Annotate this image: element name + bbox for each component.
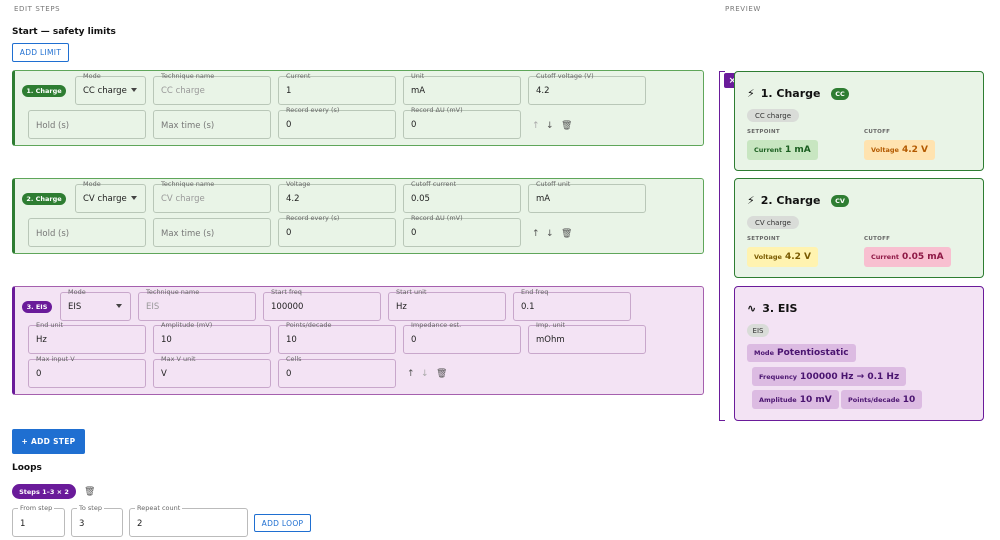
- add-step-button[interactable]: + ADD STEP: [12, 429, 85, 454]
- technique-pill: CC charge: [747, 109, 799, 122]
- start-freq-input[interactable]: Start freq 100000: [263, 289, 381, 321]
- impedance-unit-input[interactable]: Imp. unit mOhm: [528, 322, 646, 354]
- sine-wave-icon: ∿: [747, 302, 757, 315]
- end-unit-input[interactable]: End unit Hz: [28, 322, 146, 354]
- preview-title: 3. EIS: [762, 302, 798, 315]
- voltage-input[interactable]: Voltage 4.2: [278, 181, 396, 213]
- cutoff-caption: CUTOFF: [864, 236, 891, 242]
- step-badge: 1. Charge: [22, 85, 66, 97]
- hold-input[interactable]: Hold (s): [28, 218, 146, 247]
- arrow-up-icon[interactable]: ↑: [532, 121, 540, 131]
- preview-card-1: ⚡ 1. Charge CC CC charge SETPOINT CUTOFF …: [734, 71, 984, 171]
- arrow-up-icon[interactable]: ↑: [407, 369, 415, 379]
- mode-tag: CC: [831, 88, 849, 100]
- amplitude-input[interactable]: Amplitude (mV) 10: [153, 322, 271, 354]
- cutoff-chip: Voltage 4.2 V: [864, 140, 935, 160]
- cells-input[interactable]: Cells 0: [278, 356, 396, 388]
- mode-select[interactable]: Mode CV charge: [75, 181, 146, 213]
- arrow-down-icon[interactable]: ↓: [546, 229, 554, 239]
- step-badge: 2. Charge: [22, 193, 66, 205]
- trash-icon[interactable]: 🗑: [561, 121, 572, 131]
- mode-select[interactable]: Mode CC charge: [75, 73, 146, 105]
- preview-label: PREVIEW: [725, 5, 761, 13]
- step-card-3: 3. EIS Mode EIS Technique name EIS Start…: [12, 286, 704, 395]
- lightning-icon: ⚡: [747, 87, 755, 100]
- chevron-down-icon: [131, 196, 137, 200]
- arrow-down-icon[interactable]: ↓: [421, 369, 429, 379]
- step-badge: 3. EIS: [22, 301, 52, 313]
- start-unit-input[interactable]: Start unit Hz: [388, 289, 506, 321]
- unit-input[interactable]: Unit mA: [403, 73, 521, 105]
- preview-title: 1. Charge: [760, 87, 821, 100]
- cutoff-voltage-input[interactable]: Cutoff voltage (V) 4.2: [528, 73, 646, 105]
- setpoint-chip: Voltage 4.2 V: [747, 247, 818, 267]
- mode-tag: CV: [831, 195, 849, 207]
- technique-pill: EIS: [747, 324, 769, 337]
- repeat-count-input[interactable]: Repeat count 2: [129, 505, 248, 537]
- cutoff-caption: CUTOFF: [864, 129, 891, 135]
- record-every-input[interactable]: Record every (s) 0: [278, 107, 396, 139]
- setpoint-caption: SETPOINT: [747, 236, 780, 242]
- cutoff-current-input[interactable]: Cutoff current 0.05: [403, 181, 521, 213]
- preview-card-2: ⚡ 2. Charge CV CV charge SETPOINT CUTOFF …: [734, 178, 984, 278]
- setpoint-chip: Current 1 mA: [747, 140, 818, 160]
- chevron-down-icon: [116, 304, 122, 308]
- technique-name-input[interactable]: Technique name EIS: [138, 289, 256, 321]
- trash-icon[interactable]: 🗑: [436, 369, 447, 379]
- loop-chip[interactable]: Steps 1–3 × 2: [12, 484, 76, 499]
- cutoff-unit-input[interactable]: Cutoff unit mA: [528, 181, 646, 213]
- frequency-chip: Frequency 100000 Hz → 0.1 Hz: [752, 367, 907, 386]
- preview-title: 2. Charge: [760, 194, 821, 207]
- trash-icon[interactable]: 🗑: [84, 487, 95, 497]
- end-freq-input[interactable]: End freq 0.1: [513, 289, 631, 321]
- trash-icon[interactable]: 🗑: [561, 229, 572, 239]
- arrow-down-icon[interactable]: ↓: [546, 121, 554, 131]
- technique-name-input[interactable]: Technique name CV charge: [153, 181, 271, 213]
- record-every-input[interactable]: Record every (s) 0: [278, 215, 396, 247]
- arrow-up-icon[interactable]: ↑: [532, 229, 540, 239]
- start-title: Start — safety limits: [12, 27, 116, 37]
- step-card-1: 1. Charge Mode CC charge Technique name …: [12, 70, 704, 146]
- record-du-input[interactable]: Record ΔU (mV) 0: [403, 215, 521, 247]
- chevron-down-icon: [131, 88, 137, 92]
- max-input-v-input[interactable]: Max input V 0: [28, 356, 146, 388]
- max-time-input[interactable]: Max time (s): [153, 218, 271, 247]
- points-per-decade-chip: Points/decade 10: [841, 390, 923, 409]
- max-time-input[interactable]: Max time (s): [153, 110, 271, 139]
- technique-name-input[interactable]: Technique name CC charge: [153, 73, 271, 105]
- mode-chip: Mode Potentiostatic: [747, 344, 856, 362]
- edit-steps-label: EDIT STEPS: [14, 5, 61, 13]
- lightning-icon: ⚡: [747, 194, 755, 207]
- hold-input[interactable]: Hold (s): [28, 110, 146, 139]
- amplitude-chip: Amplitude 10 mV: [752, 390, 839, 409]
- impedance-estimate-input[interactable]: Impedance est. 0: [403, 322, 521, 354]
- loops-title: Loops: [12, 463, 42, 473]
- loop-bracket: [719, 71, 725, 421]
- step-card-2: 2. Charge Mode CV charge Technique name …: [12, 178, 704, 254]
- record-du-input[interactable]: Record ΔU (mV) 0: [403, 107, 521, 139]
- points-per-decade-input[interactable]: Points/decade 10: [278, 322, 396, 354]
- mode-select[interactable]: Mode EIS: [60, 289, 131, 321]
- technique-pill: CV charge: [747, 216, 799, 229]
- preview-card-3: ∿ 3. EIS EIS Mode Potentiostatic Frequency…: [734, 286, 984, 421]
- from-step-input[interactable]: From step 1: [12, 505, 65, 537]
- to-step-input[interactable]: To step 3: [71, 505, 123, 537]
- add-limit-button[interactable]: ADD LIMIT: [12, 43, 69, 62]
- setpoint-caption: SETPOINT: [747, 129, 780, 135]
- max-v-unit-input[interactable]: Max V unit V: [153, 356, 271, 388]
- current-input[interactable]: Current 1: [278, 73, 396, 105]
- cutoff-chip: Current 0.05 mA: [864, 247, 951, 267]
- add-loop-button[interactable]: ADD LOOP: [254, 514, 311, 532]
